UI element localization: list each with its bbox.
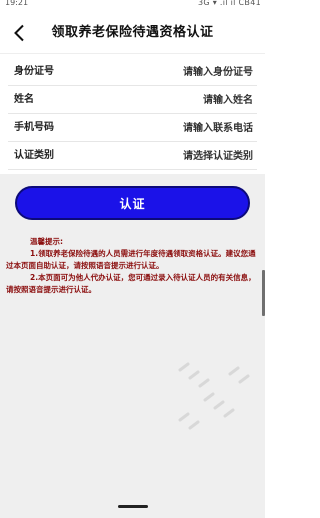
name-row: 姓名 (8, 86, 257, 114)
notice-title: 温馨提示: (30, 237, 63, 246)
home-indicator[interactable] (118, 505, 148, 508)
name-label: 姓名 (14, 94, 34, 105)
screen: 19:21 3G ▾ .ıl ıl CB41 领取养老保险待遇资格认证 身份证号… (0, 0, 265, 518)
category-label: 认证类别 (14, 150, 54, 161)
notice: 温馨提示: 1.领取养老保险待遇的人员需进行年度待遇领取资格认证。建议您通过本页… (6, 236, 258, 296)
scrollbar-thumb[interactable] (262, 270, 265, 316)
verification-form: 身份证号 姓名 手机号码 认证类别 (0, 54, 265, 174)
status-bar: 19:21 3G ▾ .ıl ıl CB41 (0, 0, 265, 12)
notice-line: 2.本页面可为他人代办认证，您可通过录入待认证人员的有关信息，请按照语音提示进行… (6, 273, 256, 294)
page-title: 领取养老保险待遇资格认证 (51, 25, 214, 40)
id-number-input[interactable] (103, 63, 253, 81)
verify-button[interactable]: 认证 (15, 186, 250, 220)
phone-input[interactable] (103, 119, 253, 137)
title-bar: 领取养老保险待遇资格认证 (0, 12, 265, 54)
status-time: 19:21 (5, 0, 29, 7)
category-select[interactable] (103, 147, 253, 165)
name-input[interactable] (103, 91, 253, 109)
phone-label: 手机号码 (14, 122, 54, 133)
chevron-left-icon (14, 24, 24, 42)
status-indicators: 3G ▾ .ıl ıl CB41 (198, 0, 261, 7)
category-row: 认证类别 (8, 142, 257, 170)
notice-line: 1.领取养老保险待遇的人员需进行年度待遇领取资格认证。建议您通过本页面自助认证，… (6, 249, 256, 270)
lower-section: 认证 温馨提示: 1.领取养老保险待遇的人员需进行年度待遇领取资格认证。建议您通… (0, 174, 265, 518)
back-button[interactable] (8, 22, 30, 44)
phone-row: 手机号码 (8, 114, 257, 142)
id-number-label: 身份证号 (14, 66, 54, 77)
id-number-row: 身份证号 (8, 58, 257, 86)
